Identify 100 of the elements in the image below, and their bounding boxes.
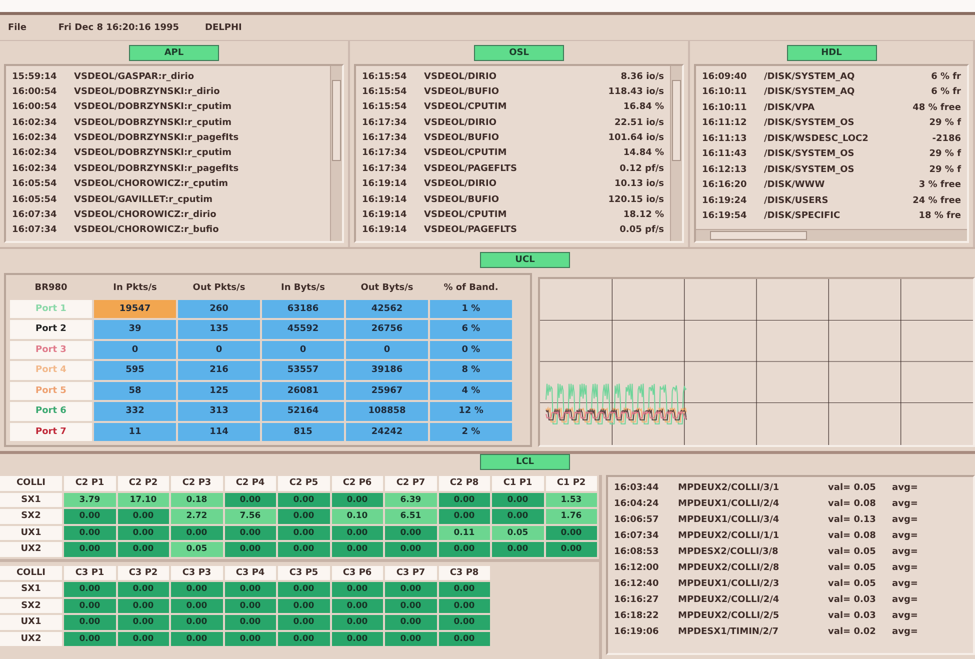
log-entry: VSDEOL/DOBRZYNSKI:r_cputim — [74, 118, 233, 128]
file-menu[interactable]: File — [8, 22, 26, 32]
scrollbar[interactable] — [330, 66, 342, 241]
table-cell: 332 — [94, 402, 176, 420]
log-entry: /DISK/WSDESC_LOC2 — [764, 134, 870, 144]
table-cell: 2.72 — [171, 509, 222, 524]
log-entry: VSDEOL/PAGEFLTS — [424, 164, 518, 174]
date-time: Fri Dec 8 16:20:16 1995 — [58, 22, 180, 32]
table-cell: 0.00 — [118, 632, 169, 646]
table-cell: 42562 — [346, 300, 428, 318]
table-cell: 0.00 — [438, 598, 490, 613]
table-cell: 0.00 — [278, 509, 330, 524]
log-average: avg= — [892, 531, 919, 541]
column-header: C2 P8 — [438, 476, 490, 490]
log-time: 16:02:34 — [12, 148, 58, 158]
log-entry: VSDEOL/CPUTIM — [424, 102, 508, 112]
table-cell: 125 — [178, 382, 260, 400]
table-cell: 0.00 — [171, 615, 222, 630]
row-header: SX2 — [0, 509, 62, 524]
log-time: 16:15:54 — [362, 102, 408, 112]
table-cell: 0.00 — [118, 615, 169, 630]
log-entry: VSDEOL/CHOROWICZ:r_bufio — [74, 225, 220, 236]
log-average: avg= — [892, 547, 919, 557]
table-cell: 0.00 — [171, 598, 222, 613]
log-value: 29 % f — [928, 164, 961, 175]
log-time: 16:17:34 — [362, 148, 408, 158]
table-cell: 0.00 — [64, 509, 116, 524]
log-average: avg= — [892, 579, 919, 589]
table-cell: 0.00 — [332, 598, 383, 613]
scrollbar[interactable] — [696, 229, 967, 241]
log-time: 16:10:11 — [702, 87, 748, 98]
row-header: UX2 — [0, 632, 62, 646]
log-entry: VSDEOL/DIRIO — [424, 179, 498, 190]
table-cell: 0.11 — [438, 526, 490, 540]
row-header: UX2 — [0, 542, 62, 556]
log-time: 16:00:54 — [12, 102, 58, 112]
table-cell: 0.00 — [332, 542, 383, 556]
log-time: 16:02:34 — [12, 133, 58, 144]
table-cell: 0.10 — [332, 509, 383, 524]
column-header: C2 P5 — [278, 476, 330, 490]
table-cell: 0.00 — [64, 526, 116, 540]
table-cell: 0.00 — [118, 582, 169, 596]
table-cell: 6.51 — [385, 509, 436, 524]
port-name: Port 5 — [10, 382, 92, 400]
log-entry: MPDEUX1/COLLI/2/3 — [678, 579, 780, 589]
column-header: C2 P4 — [224, 476, 276, 490]
log-value: val= 0.05 — [828, 579, 877, 589]
table-cell: 4 % — [430, 382, 512, 400]
section-label-button[interactable]: UCL — [480, 252, 570, 268]
table-cell: 0.00 — [546, 526, 597, 540]
log-entry: MPDESX2/COLLI/3/8 — [678, 547, 780, 557]
log-time: 16:12:13 — [702, 164, 748, 175]
log-time: 16:19:06 — [614, 627, 660, 637]
table-cell: 0.00 — [118, 598, 169, 613]
table-cell: 0 — [178, 340, 260, 359]
row-header: UX1 — [0, 615, 62, 630]
log-value: 120.15 io/s — [607, 194, 664, 205]
table-cell: 53557 — [262, 361, 344, 380]
log-value: 16.84 % — [622, 102, 664, 112]
table-cell: 0 % — [430, 340, 512, 359]
panel-label-button[interactable]: APL — [129, 45, 219, 61]
section-label-button[interactable]: LCL — [480, 454, 570, 470]
table-cell: 0.00 — [385, 542, 436, 556]
table-cell: 6 % — [430, 320, 512, 338]
log-entry: MPDEUX1/COLLI/2/4 — [678, 499, 780, 509]
table-cell: 815 — [262, 422, 344, 441]
panel-label-button[interactable]: OSL — [474, 45, 564, 61]
table-cell: 0.00 — [224, 526, 276, 540]
table-cell: 0.00 — [385, 526, 436, 540]
log-time: 16:19:14 — [362, 210, 408, 220]
table-cell: 0 — [94, 340, 176, 359]
scrollbar[interactable] — [670, 66, 682, 241]
table-cell: 0.00 — [332, 632, 383, 646]
log-entry: VSDEOL/BUFIO — [424, 194, 500, 205]
table-cell: 0.00 — [278, 542, 330, 556]
column-header: C2 P1 — [64, 476, 116, 490]
log-value: val= 0.02 — [828, 627, 877, 637]
log-value: -2186 — [931, 134, 961, 144]
log-entry: VSDEOL/PAGEFLTS — [424, 225, 518, 236]
table-cell: 0.00 — [278, 526, 330, 540]
table-cell: 52164 — [262, 402, 344, 420]
table-cell: 0.00 — [64, 632, 116, 646]
column-header: C3 P6 — [332, 566, 383, 580]
column-header: In Byts/s — [280, 282, 326, 296]
log-time: 16:05:54 — [12, 179, 58, 190]
log-time: 16:19:14 — [362, 225, 408, 236]
panel-label-button[interactable]: HDL — [786, 45, 876, 61]
table-cell: 135 — [178, 320, 260, 338]
table-cell: 0 — [262, 340, 344, 359]
log-entry: /DISK/VPA — [764, 102, 816, 113]
table-cell: 0.00 — [278, 598, 330, 613]
column-header: C3 P8 — [438, 566, 490, 580]
log-average: avg= — [892, 499, 919, 509]
column-header: C2 P7 — [385, 476, 436, 490]
table-cell: 0.00 — [278, 582, 330, 596]
log-average: avg= — [892, 611, 919, 621]
log-value: 24 % free — [912, 196, 961, 206]
log-entry: VSDEOL/GAVILLET:r_cputim — [74, 194, 214, 205]
table-cell: 39186 — [346, 361, 428, 380]
log-time: 16:11:12 — [702, 118, 748, 128]
